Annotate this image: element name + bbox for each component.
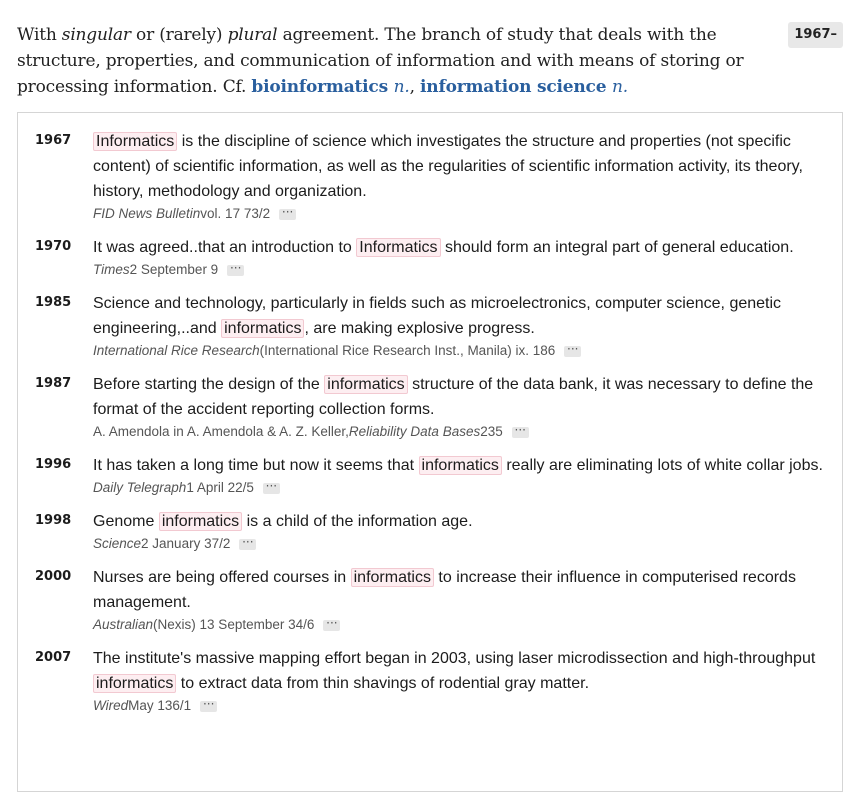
source-title: Times [93,262,130,277]
source-part: 2 September 9 [129,262,219,277]
definition-part: , [409,77,421,97]
quotation-row: 2007 The institute's massive mapping effo… [18,646,842,716]
quotation-text-part: should form an integral part of general … [440,239,794,256]
highlighted-term: informatics [93,674,177,693]
quotation-source: A. Amendola in A. Amendola & A. Z. Kelle… [93,422,828,442]
quotation-text-part: , are making explosive progress. [304,320,535,337]
more-options-button[interactable]: ··· [262,480,280,494]
definition-part: With [17,25,62,45]
quotation-text-part: to extract data from thin shavings of ro… [176,675,590,692]
quotation-year: 1996 [35,457,72,472]
quotation-text-part: really are eliminating lots of white col… [501,457,823,474]
quotation-text: Informatics is the discipline of science… [93,129,828,204]
quotation-year: 1998 [35,513,72,528]
definition-italic: plural [227,25,278,45]
highlighted-term: Informatics [93,132,178,151]
quotations-panel: 1967 Informatics is the discipline of sci… [17,112,843,792]
source-part: (Nexis) 13 September 34/6 [153,617,315,632]
quotation-year: 1987 [35,376,72,391]
highlighted-term: informatics [324,375,408,394]
source-part: A. Amendola in A. Amendola & A. Z. Kelle… [93,424,349,439]
quotation-text: Science and technology, particularly in … [93,291,828,341]
quotation-text-part: The institute's massive mapping effort b… [93,650,816,667]
quotation-text-part: is the discipline of science which inves… [93,133,803,200]
quotation-source: Daily Telegraph 1 April 22/5 ··· [93,478,828,498]
xref-information-science-link[interactable]: information science n. [420,77,628,97]
quotation-year: 2000 [35,569,72,584]
source-title: Wired [93,698,129,713]
source-part: (International Rice Research Inst., Mani… [259,343,556,358]
quotation-text-part: Nurses are being offered courses in [93,569,351,586]
xref-headword[interactable]: information science [420,77,606,97]
source-title: Daily Telegraph [93,480,187,495]
quotation-row: 1967 Informatics is the discipline of sci… [18,129,842,224]
quotation-year: 1967 [35,133,72,148]
xref-bioinformatics-link[interactable]: bioinformatics n. [251,77,409,97]
quotation-source: FID News Bulletin vol. 17 73/2 ··· [93,204,828,224]
quotation-text: Genome informatics is a child of the inf… [93,509,828,534]
quotation-text-part: Before starting the design of the [93,376,325,393]
source-part: vol. 17 73/2 [200,206,271,221]
source-part: May 136/1 [128,698,192,713]
source-part: 2 January 37/2 [141,536,231,551]
quotation-row: 1970 It was agreed..that an introduction … [18,235,842,280]
date-range-badge: 1967– [788,22,843,48]
source-title: Science [93,536,142,551]
quotation-year: 2007 [35,650,72,665]
more-options-button[interactable]: ··· [239,536,257,550]
quotation-text: The institute's massive mapping effort b… [93,646,828,696]
source-part: 235 [480,424,503,439]
more-options-button[interactable]: ··· [200,698,218,712]
source-title: Australian [93,617,154,632]
xref-pos[interactable]: n. [394,77,410,97]
source-title: Reliability Data Bases [348,424,481,439]
highlighted-term: informatics [221,319,305,338]
quotation-row: 2000 Nurses are being offered courses in … [18,565,842,635]
quotation-source: Science 2 January 37/2 ··· [93,534,828,554]
xref-headword[interactable]: bioinformatics [251,77,388,97]
quotation-text: It has taken a long time but now it seem… [93,453,828,478]
more-options-button[interactable]: ··· [323,617,341,631]
quotation-source: Times 2 September 9 ··· [93,260,828,280]
quotation-row: 1998 Genome informatics is a child of the… [18,509,842,554]
highlighted-term: informatics [418,456,502,475]
more-options-button[interactable]: ··· [511,424,529,438]
more-options-button[interactable]: ··· [279,206,297,220]
quotation-text-part: Genome [93,513,159,530]
quotation-text: Before starting the design of the inform… [93,372,828,422]
quotation-year: 1970 [35,239,72,254]
quotation-row: 1987 Before starting the design of the in… [18,372,842,442]
quotation-text: It was agreed..that an introduction to I… [93,235,828,260]
source-title: International Rice Research [93,343,260,358]
quotation-source: International Rice Research (Internation… [93,341,828,361]
highlighted-term: informatics [158,512,243,531]
quotation-text: Nurses are being offered courses in info… [93,565,828,615]
quotation-text-part: It was agreed..that an introduction to [93,239,357,256]
definition-part: or (rarely) [130,25,228,45]
definition-italic: singular [61,25,131,45]
quotation-text-part: It has taken a long time but now it seem… [93,457,419,474]
quotation-row: 1985 Science and technology, particularly… [18,291,842,361]
more-options-button[interactable]: ··· [227,262,245,276]
quotation-source: Wired May 136/1 ··· [93,696,828,716]
definition-text: With singular or (rarely) plural agreeme… [17,22,767,100]
quotation-source: Australian (Nexis) 13 September 34/6 ··· [93,615,828,635]
quotation-text-part: is a child of the information age. [242,513,473,530]
more-options-button[interactable]: ··· [564,343,582,357]
xref-pos[interactable]: n. [612,77,628,97]
source-part: 1 April 22/5 [186,480,254,495]
quotation-year: 1985 [35,295,72,310]
highlighted-term: informatics [350,568,434,587]
highlighted-term: Informatics [356,238,441,257]
source-title: FID News Bulletin [93,206,201,221]
quotation-row: 1996 It has taken a long time but now it … [18,453,842,498]
